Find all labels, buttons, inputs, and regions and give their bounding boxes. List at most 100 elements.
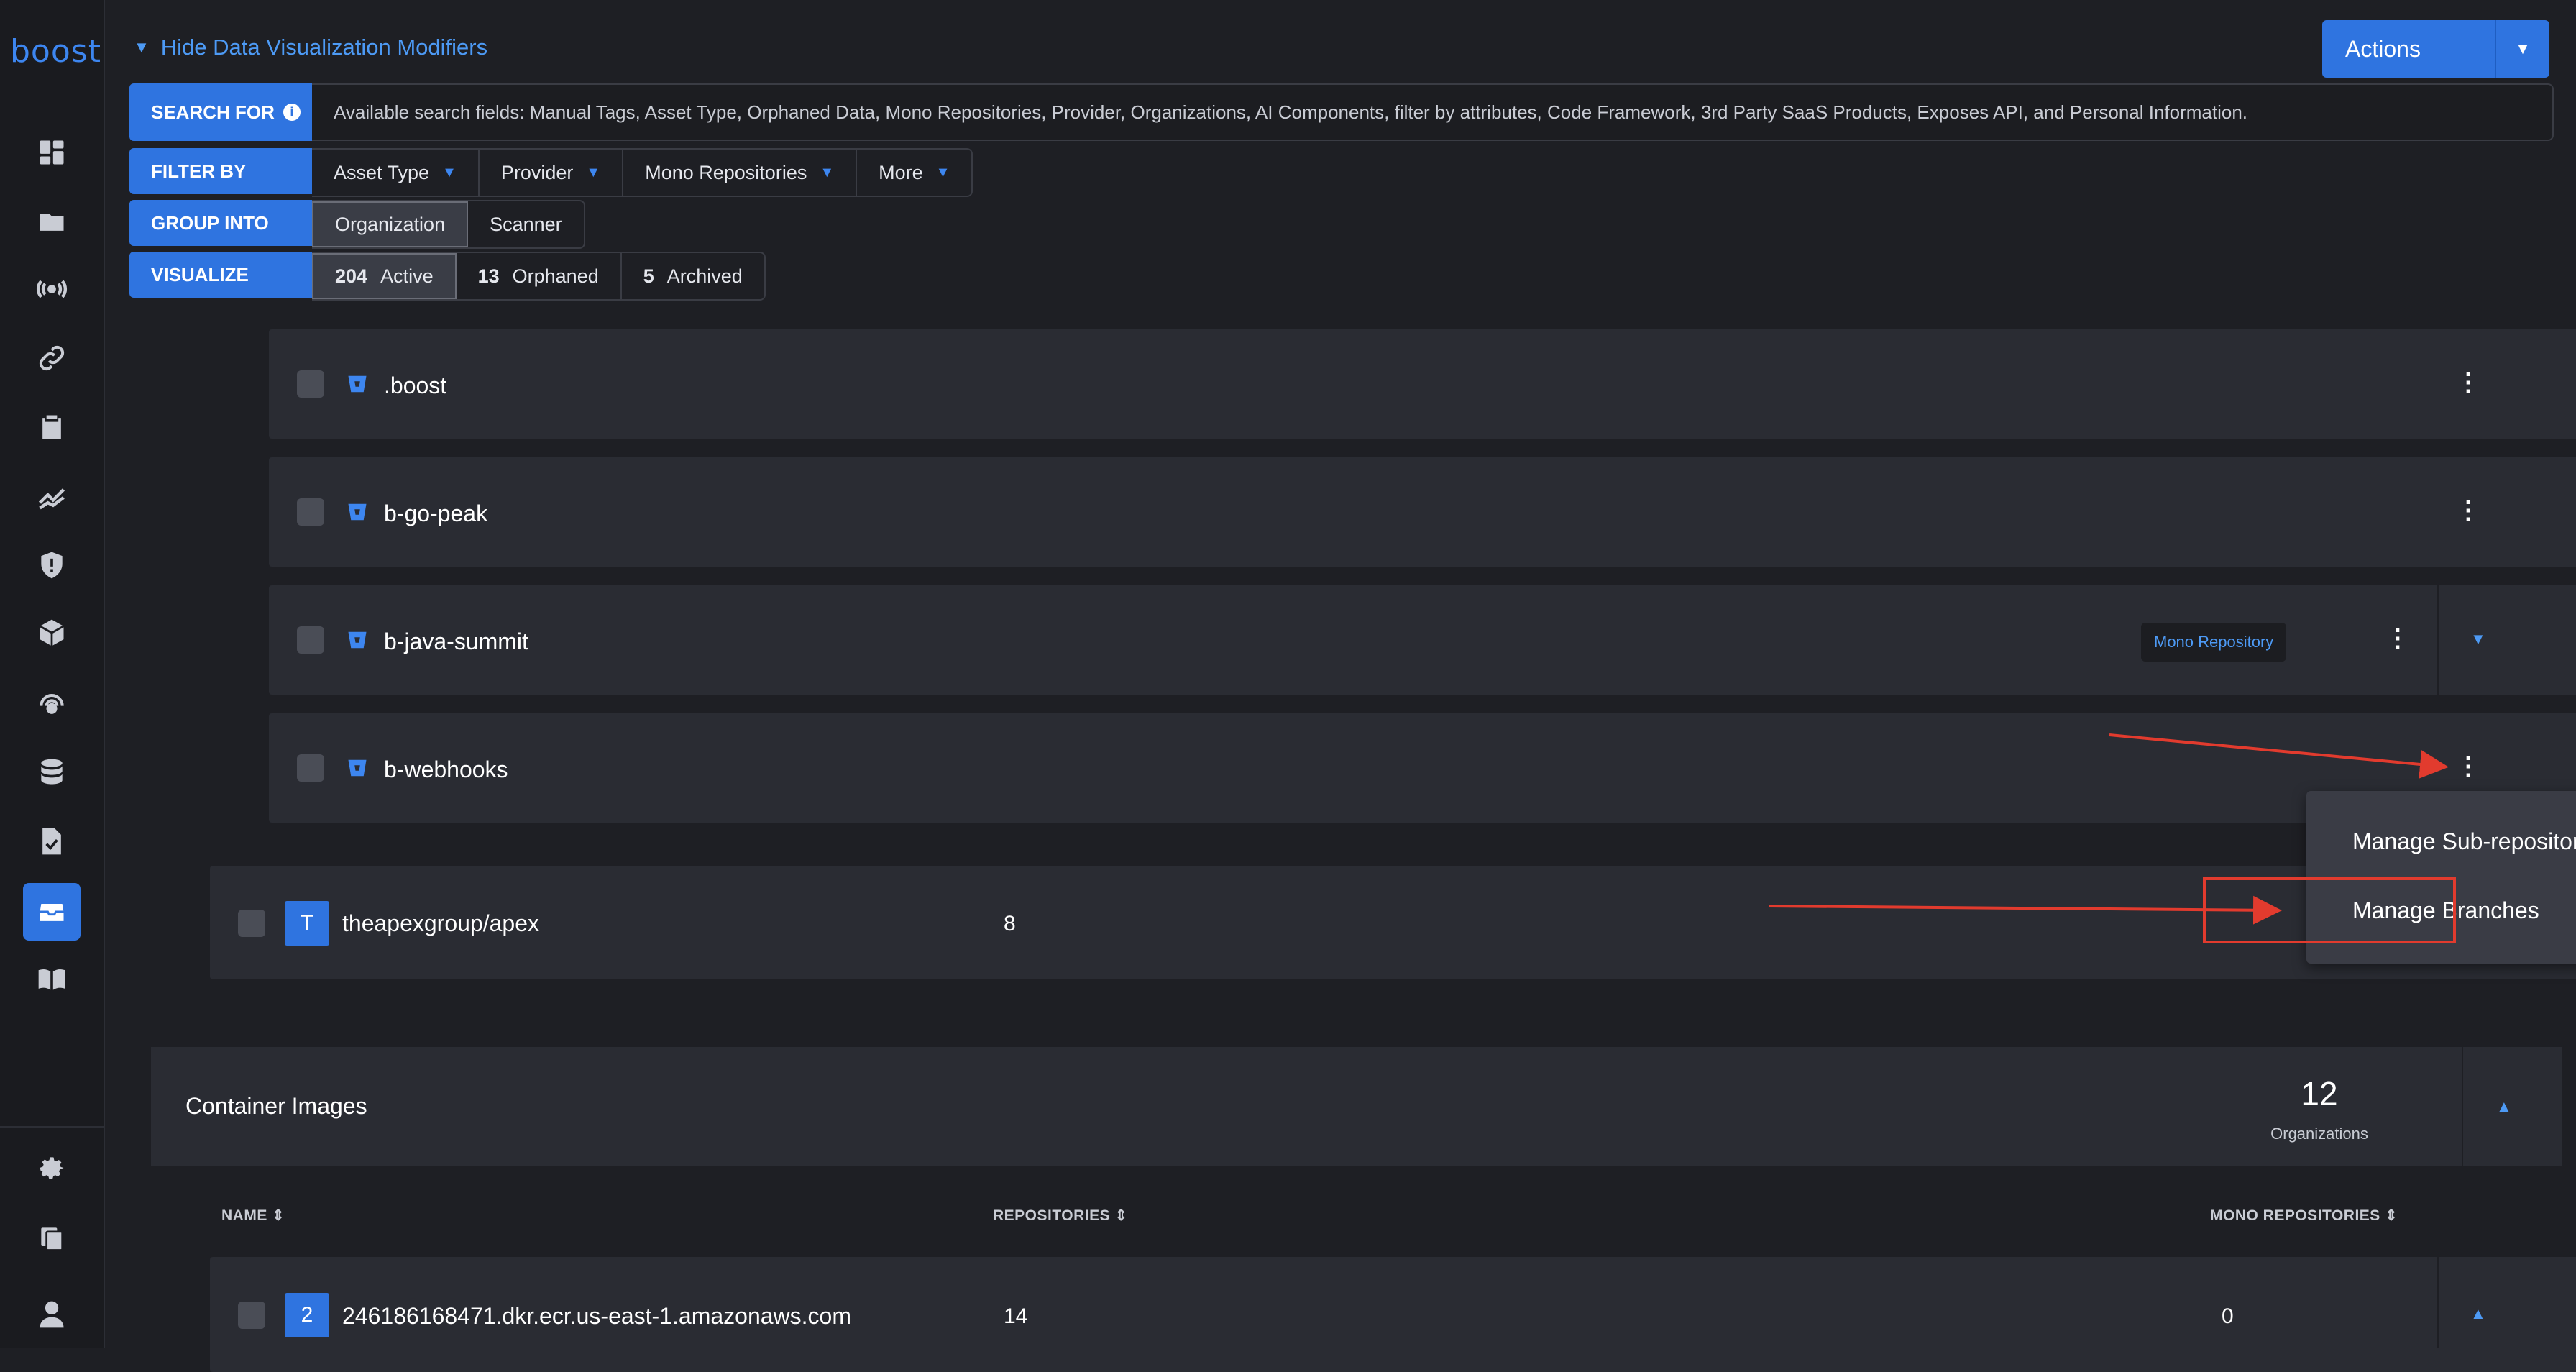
repository-count: 8 <box>1004 912 1016 936</box>
visualize-active[interactable]: 204 Active <box>312 253 457 299</box>
radar-icon[interactable] <box>27 679 76 728</box>
repo-row[interactable] <box>269 457 2576 567</box>
search-for-label: SEARCH FOR i <box>129 83 312 141</box>
collapse-icon[interactable]: ▲ <box>2496 1097 2512 1116</box>
organizations-label: Organizations <box>2270 1125 2368 1143</box>
gear-icon[interactable] <box>27 1143 76 1192</box>
row-divider <box>2437 1257 2439 1348</box>
filter-more[interactable]: More ▼ <box>857 150 971 196</box>
row-checkbox[interactable] <box>297 626 324 654</box>
repo-name[interactable]: b-webhooks <box>384 756 508 783</box>
filter-label: Mono Repositories <box>645 161 807 183</box>
bitbucket-icon <box>348 631 367 649</box>
filter-label: Provider <box>500 161 574 183</box>
visualize-orphaned[interactable]: 13 Orphaned <box>457 253 622 299</box>
row-divider <box>2437 585 2439 695</box>
inbox-icon[interactable] <box>23 883 81 941</box>
mono-repository-badge: Mono Repository <box>2141 623 2287 662</box>
broadcast-icon[interactable] <box>27 265 76 314</box>
count: 5 <box>643 265 654 287</box>
filter-group: Asset Type ▼ Provider ▼ Mono Repositories ▼… <box>312 148 973 197</box>
column-label: REPOSITORIES <box>993 1207 1111 1224</box>
book-icon[interactable] <box>27 955 76 1004</box>
info-icon[interactable]: i <box>283 104 301 121</box>
sidebar: boost <box>0 0 105 1348</box>
dropdown-icon: ▼ <box>820 164 835 180</box>
boost-logo[interactable]: boost <box>10 33 101 70</box>
section-title: Container Images <box>185 1093 367 1119</box>
row-checkbox[interactable] <box>297 754 324 782</box>
label: Active <box>380 265 434 287</box>
user-icon[interactable] <box>27 1290 76 1339</box>
column-header-mono-repositories[interactable]: MONO REPOSITORIES ⇕ <box>2210 1207 2398 1225</box>
collapse-icon[interactable]: ▲ <box>2470 1304 2486 1323</box>
kebab-menu-icon[interactable]: ⋮ <box>2456 496 2480 525</box>
actions-label: Actions <box>2345 35 2421 62</box>
label: Archived <box>666 265 743 287</box>
group-organization[interactable]: Organization <box>312 201 469 247</box>
group-into-label: GROUP INTO <box>129 200 312 246</box>
kebab-menu-icon[interactable]: ⋮ <box>2385 624 2410 653</box>
link-icon[interactable] <box>27 334 76 383</box>
clipboard-icon[interactable] <box>27 403 76 452</box>
repositories-count: 14 <box>1004 1304 1028 1328</box>
expand-icon[interactable]: ▼ <box>2470 630 2486 649</box>
visualize-archived[interactable]: 5 Archived <box>622 253 764 299</box>
count: 13 <box>477 265 500 287</box>
document-check-icon[interactable] <box>27 817 76 866</box>
actions-dropdown-icon[interactable]: ▼ <box>2496 40 2549 58</box>
actions-button[interactable]: Actions ▼ <box>2322 20 2549 78</box>
visualize-options: 204 Active 13 Orphaned 5 Archived <box>312 252 766 301</box>
organizations-count: 12 <box>2301 1075 2338 1112</box>
repo-row[interactable] <box>269 329 2576 439</box>
count: 204 <box>335 265 368 287</box>
section-divider <box>2462 1047 2463 1166</box>
filter-provider[interactable]: Provider ▼ <box>480 150 624 196</box>
manage-sub-repositories-item[interactable]: Manage Sub-repositories <box>2352 828 2576 855</box>
database-icon[interactable] <box>27 748 76 797</box>
column-header-name[interactable]: NAME ⇕ <box>221 1207 285 1225</box>
mono-repositories-count: 0 <box>2222 1304 2234 1328</box>
label: Orphaned <box>512 265 599 287</box>
registry-name[interactable]: 246186168471.dkr.ecr.us-east-1.amazonaws… <box>342 1303 851 1330</box>
repo-name[interactable]: b-java-summit <box>384 628 528 655</box>
filter-label: Asset Type <box>334 161 430 183</box>
dropdown-icon: ▼ <box>935 164 950 180</box>
row-checkbox[interactable] <box>297 498 324 526</box>
kebab-menu-icon[interactable]: ⋮ <box>2456 752 2480 781</box>
bitbucket-icon <box>348 759 367 777</box>
registry-avatar: 2 <box>285 1293 329 1337</box>
repo-name[interactable]: b-go-peak <box>384 500 487 527</box>
shield-alert-icon[interactable] <box>27 541 76 590</box>
search-help-text: Available search fields: Manual Tags, As… <box>334 101 2248 123</box>
group-into-options: Organization Scanner <box>312 200 585 249</box>
annotation-highlight-box <box>2203 877 2456 943</box>
container-images-header[interactable] <box>151 1047 2562 1166</box>
column-label: MONO REPOSITORIES <box>2210 1207 2380 1224</box>
main-content: ▼ Hide Data Visualization Modifiers Acti… <box>105 0 2576 1372</box>
repo-name[interactable]: .boost <box>384 372 446 399</box>
cube-icon[interactable] <box>27 608 76 657</box>
row-checkbox[interactable] <box>238 1302 265 1329</box>
folder-icon[interactable] <box>27 197 76 246</box>
filter-mono-repositories[interactable]: Mono Repositories ▼ <box>623 150 858 196</box>
hide-modifiers-toggle[interactable]: ▼ Hide Data Visualization Modifiers <box>134 35 487 60</box>
filter-asset-type[interactable]: Asset Type ▼ <box>312 150 480 196</box>
row-checkbox[interactable] <box>297 370 324 398</box>
org-avatar: T <box>285 901 329 946</box>
bitbucket-icon <box>348 375 367 393</box>
column-label: NAME <box>221 1207 267 1224</box>
row-checkbox[interactable] <box>238 910 265 937</box>
dashboard-icon[interactable] <box>27 128 76 177</box>
bitbucket-icon <box>348 503 367 521</box>
repo-row[interactable] <box>269 713 2576 823</box>
group-scanner[interactable]: Scanner <box>468 201 584 247</box>
sidebar-divider <box>0 1126 104 1128</box>
org-name[interactable]: theapexgroup/apex <box>342 910 539 937</box>
filter-by-label: FILTER BY <box>129 148 312 194</box>
trend-icon[interactable] <box>27 472 76 521</box>
column-header-repositories[interactable]: REPOSITORIES ⇕ <box>993 1207 1128 1225</box>
search-input[interactable]: Available search fields: Manual Tags, As… <box>312 83 2554 141</box>
kebab-menu-icon[interactable]: ⋮ <box>2456 368 2480 397</box>
copy-icon[interactable] <box>27 1214 76 1263</box>
